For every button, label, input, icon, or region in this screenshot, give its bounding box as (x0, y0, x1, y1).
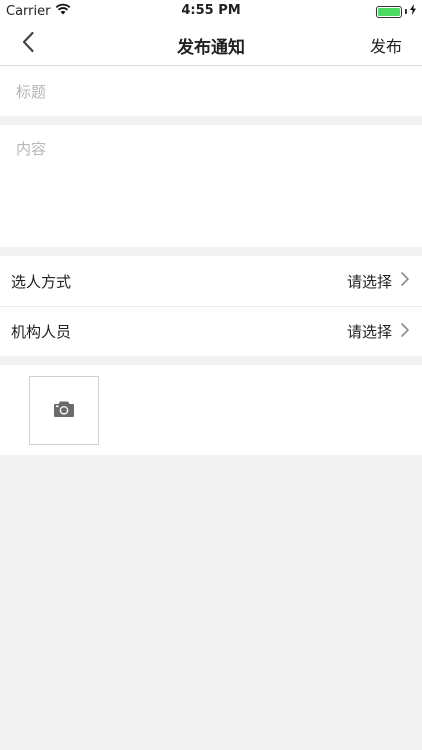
organization-members-label: 机构人员 (11, 323, 72, 341)
content-placeholder: 内容 (16, 140, 47, 158)
battery-level (378, 7, 400, 16)
chevron-right-icon (400, 322, 410, 342)
status-bar: Carrier 4:55 PM (0, 0, 422, 22)
title-placeholder: 标题 (16, 82, 47, 101)
organization-members-value: 请选择 (346, 323, 392, 341)
page-title: 发布通知 (177, 38, 245, 58)
organization-members-value-wrap: 请选择 (347, 321, 410, 342)
camera-icon (53, 400, 75, 422)
battery-icon (376, 5, 402, 18)
select-method-value-wrap: 请选择 (347, 271, 410, 292)
title-input[interactable]: 标题 (0, 66, 422, 116)
section-divider (0, 116, 422, 125)
status-right (376, 4, 416, 19)
organization-members-row[interactable]: 机构人员 请选择 (0, 306, 422, 356)
add-photo-button[interactable] (29, 376, 99, 445)
charging-bolt-icon (410, 4, 416, 19)
publish-button[interactable]: 发布 (370, 33, 402, 57)
photo-section (0, 365, 422, 455)
select-method-row[interactable]: 选人方式 请选择 (0, 256, 422, 306)
chevron-right-icon (400, 271, 410, 291)
select-method-value: 请选择 (346, 272, 392, 291)
content-textarea[interactable]: 内容 (0, 125, 422, 247)
section-divider (0, 356, 422, 365)
status-time: 4:55 PM (181, 3, 241, 18)
section-divider (0, 247, 422, 256)
navigation-bar: 发布通知 发布 (0, 22, 422, 66)
select-method-label: 选人方式 (11, 272, 72, 291)
battery-cap (405, 9, 407, 14)
